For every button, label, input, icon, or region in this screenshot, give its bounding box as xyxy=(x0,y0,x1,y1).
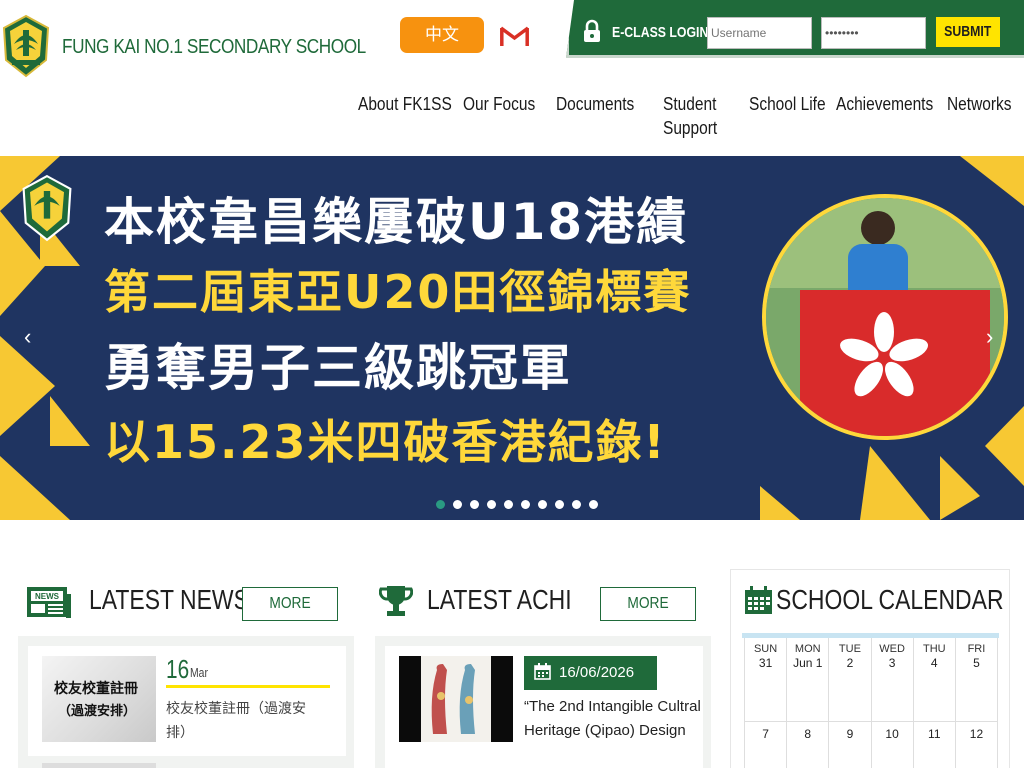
nav-documents[interactable]: Documents xyxy=(556,92,634,116)
day-number: 11 xyxy=(928,727,941,741)
day-number: 5 xyxy=(973,656,980,670)
slide-dot[interactable] xyxy=(555,500,564,509)
hero-banner[interactable]: 本校韋昌樂屢破U18港績 第二屆東亞U20田徑錦標賽 勇奪男子三級跳冠軍 以15… xyxy=(0,156,1024,520)
banner-school-logo xyxy=(22,174,72,242)
trophy-icon xyxy=(379,586,413,616)
calendar-day-cell[interactable]: 12 xyxy=(956,722,999,768)
nav-our-focus[interactable]: Our Focus xyxy=(463,92,535,116)
calendar-day-cell[interactable]: FRI 5 xyxy=(955,638,999,722)
day-name: THU xyxy=(922,643,946,655)
newspaper-icon: NEWS xyxy=(27,587,71,618)
day-name: SUN xyxy=(753,643,778,655)
achievement-thumbnail[interactable] xyxy=(399,656,513,742)
nav-student-line2: Support xyxy=(663,118,718,138)
athlete-photo xyxy=(762,194,1008,440)
calendar-day-cell[interactable]: 7 xyxy=(745,722,788,768)
calendar-day-cell[interactable]: 8 xyxy=(787,722,830,768)
banner-headline-2: 第二屆東亞U20田徑錦標賽 xyxy=(104,265,692,319)
day-name: MON xyxy=(794,643,821,655)
calendar-day-cell[interactable]: 9 xyxy=(829,722,872,768)
day-number: 4 xyxy=(930,656,938,670)
slide-dot[interactable] xyxy=(470,500,479,509)
day-number: 31 xyxy=(758,656,773,670)
nav-achievements[interactable]: Achievements xyxy=(836,92,933,116)
nav-student-support[interactable]: Student Support xyxy=(663,92,717,140)
latest-news-title: LATEST NEWS xyxy=(89,584,249,615)
nav-about[interactable]: About FK1SS xyxy=(358,92,452,116)
achievements-more-button[interactable]: MORE xyxy=(600,587,696,621)
day-number: 3 xyxy=(888,656,896,670)
school-name[interactable]: FUNG KAI NO.1 SECONDARY SCHOOL xyxy=(62,36,366,59)
slide-dot[interactable] xyxy=(589,500,598,509)
slide-dot[interactable] xyxy=(572,500,581,509)
achievements-more-label: MORE xyxy=(627,595,669,612)
slide-dot[interactable] xyxy=(504,500,513,509)
news-headline[interactable]: 校友校董註冊（過渡安排） xyxy=(166,697,326,745)
news-thumbnail-next[interactable] xyxy=(42,763,156,768)
slide-dot[interactable] xyxy=(436,500,445,509)
calendar-icon xyxy=(745,586,772,614)
day-number: 8 xyxy=(804,727,812,741)
banner-prev-arrow[interactable]: ‹ xyxy=(24,324,31,350)
day-name: TUE xyxy=(838,643,861,655)
password-input[interactable] xyxy=(821,17,926,49)
lock-icon xyxy=(584,19,600,42)
nav-networks[interactable]: Networks xyxy=(947,92,1012,116)
news-thumbnail[interactable] xyxy=(42,656,156,742)
calendar-week-2: 7 8 9 10 11 12 xyxy=(745,722,999,768)
slide-dot[interactable] xyxy=(487,500,496,509)
news-thumb-line1: 校友校董註冊 xyxy=(54,681,138,697)
news-date-month: Mar xyxy=(190,665,208,680)
banner-headline-1: 本校韋昌樂屢破U18港績 xyxy=(104,193,689,251)
eclass-login-label: E-CLASS LOGIN: xyxy=(612,24,713,41)
calendar-day-cell[interactable]: SUN 31 xyxy=(745,638,788,722)
calendar-day-cell[interactable]: 10 xyxy=(872,722,914,768)
day-number: 7 xyxy=(762,727,769,741)
submit-label: SUBMIT xyxy=(944,23,992,40)
day-name: WED xyxy=(879,643,905,655)
banner-headline-4: 以15.23米四破香港紀錄! xyxy=(104,415,667,469)
calendar-day-cell[interactable]: THU 4 xyxy=(913,638,956,722)
day-name: FRI xyxy=(967,643,986,655)
nav-school-life[interactable]: School Life xyxy=(749,92,826,116)
day-number: 10 xyxy=(885,727,899,741)
gmail-icon[interactable] xyxy=(500,25,529,47)
submit-button[interactable]: SUBMIT xyxy=(936,17,1000,47)
calendar-day-cell[interactable]: WED 3 xyxy=(871,638,914,722)
day-number: Jun 1 xyxy=(793,656,823,670)
news-divider xyxy=(166,685,330,688)
news-more-label: MORE xyxy=(269,595,311,612)
banner-next-arrow[interactable]: › xyxy=(986,324,993,350)
calendar-week-1: SUN 31 MON Jun 1 TUE 2 WED 3 THU 4 FRI 5 xyxy=(745,638,999,722)
latest-achievements-title: LATEST ACHIEVEMENTS xyxy=(427,584,573,615)
slide-indicator xyxy=(436,500,598,509)
achievement-headline[interactable]: “The 2nd Intangible Cultral Heritage (Qi… xyxy=(524,695,702,743)
news-more-button[interactable]: MORE xyxy=(242,587,338,621)
school-logo[interactable] xyxy=(2,14,50,78)
language-button[interactable]: 中文 xyxy=(400,17,484,53)
school-calendar-title: SCHOOL CALENDAR xyxy=(776,584,1004,615)
calendar-small-icon xyxy=(534,663,551,680)
slide-dot[interactable] xyxy=(521,500,530,509)
banner-headline-3: 勇奪男子三級跳冠軍 xyxy=(104,339,572,397)
news-date-day: 16 xyxy=(166,654,190,684)
day-number: 2 xyxy=(846,656,854,670)
slide-dot[interactable] xyxy=(453,500,462,509)
news-thumb-line2: （過渡安排） xyxy=(58,704,137,719)
day-number: 9 xyxy=(846,727,854,741)
slide-dot[interactable] xyxy=(538,500,547,509)
calendar-day-cell[interactable]: MON Jun 1 xyxy=(787,638,830,722)
calendar-grid: SUN 31 MON Jun 1 TUE 2 WED 3 THU 4 FRI 5 7 8 9… xyxy=(744,638,999,768)
page: FUNG KAI NO.1 SECONDARY SCHOOL 中文 E-CLAS… xyxy=(0,0,1024,768)
day-number: 12 xyxy=(969,727,984,741)
calendar-day-cell[interactable]: 11 xyxy=(914,722,956,768)
nav-student-line1: Student xyxy=(663,94,717,114)
calendar-day-cell[interactable]: TUE 2 xyxy=(829,638,872,722)
username-input[interactable] xyxy=(707,17,812,49)
svg-text:NEWS: NEWS xyxy=(35,592,60,601)
